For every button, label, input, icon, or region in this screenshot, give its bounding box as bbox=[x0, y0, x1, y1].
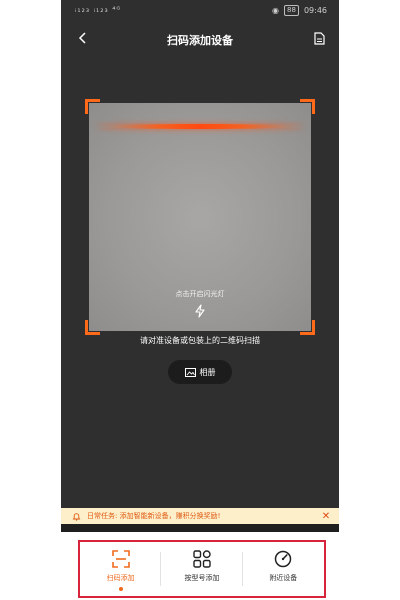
frame-corner-bottom-left bbox=[85, 320, 100, 335]
tab-label: 扫码添加 bbox=[106, 574, 135, 582]
task-text: 日常任务: 添加智能新设备，赚积分换奖励! bbox=[87, 512, 221, 520]
phone-screen: ᵢ₁₂₃ ᵢ₁₂₃ ⁴ᴳ ◉ 88 09:46 扫码添加设备 点击开启闪光灯 请… bbox=[61, 0, 339, 600]
scan-frame: 点击开启闪光灯 bbox=[85, 99, 315, 335]
battery-icon: 88 bbox=[284, 5, 299, 16]
tab-label: 按型号添加 bbox=[184, 574, 220, 582]
status-bar: ᵢ₁₂₃ ᵢ₁₂₃ ⁴ᴳ ◉ 88 09:46 bbox=[61, 0, 339, 22]
divider-strip bbox=[61, 524, 339, 532]
task-banner[interactable]: 日常任务: 添加智能新设备，赚积分换奖励! ✕ bbox=[61, 508, 339, 524]
image-icon bbox=[184, 367, 196, 377]
scan-line bbox=[97, 124, 303, 129]
signal-indicators: ᵢ₁₂₃ ᵢ₁₂₃ ⁴ᴳ bbox=[75, 5, 122, 14]
eye-icon: ◉ bbox=[272, 6, 280, 15]
lightning-icon bbox=[195, 304, 205, 318]
gauge-icon bbox=[275, 550, 292, 568]
page-title: 扫码添加设备 bbox=[167, 34, 233, 47]
bottom-tabs: 扫码添加 按型号添加 附近设备 bbox=[78, 540, 326, 598]
close-icon[interactable]: ✕ bbox=[319, 509, 333, 523]
document-icon bbox=[313, 31, 325, 45]
flash-hint[interactable]: 点击开启闪光灯 bbox=[89, 289, 311, 299]
frame-corner-top-left bbox=[85, 99, 100, 114]
album-label: 相册 bbox=[199, 367, 216, 377]
scan-instruction: 请对准设备或包装上的二维码扫描 bbox=[140, 336, 260, 345]
frame-corner-top-right bbox=[300, 99, 315, 114]
tab-label: 附近设备 bbox=[269, 574, 298, 582]
bell-icon bbox=[69, 509, 83, 523]
album-button[interactable]: 相册 bbox=[168, 360, 232, 384]
grid-icon bbox=[193, 550, 211, 568]
scan-icon bbox=[111, 550, 130, 568]
active-indicator bbox=[118, 587, 123, 591]
tab-nearby-devices[interactable]: 附近设备 bbox=[243, 542, 324, 596]
flashlight-button[interactable] bbox=[190, 303, 210, 319]
camera-view: ᵢ₁₂₃ ᵢ₁₂₃ ⁴ᴳ ◉ 88 09:46 扫码添加设备 点击开启闪光灯 请… bbox=[61, 0, 339, 510]
tab-model-add[interactable]: 按型号添加 bbox=[161, 542, 243, 596]
status-right-group: ◉ 88 09:46 bbox=[272, 5, 327, 16]
document-button[interactable] bbox=[311, 29, 327, 47]
top-nav: 扫码添加设备 bbox=[61, 26, 339, 52]
tab-scan-add[interactable]: 扫码添加 bbox=[80, 542, 162, 596]
status-time: 09:46 bbox=[303, 6, 327, 15]
frame-corner-bottom-right bbox=[300, 320, 315, 335]
